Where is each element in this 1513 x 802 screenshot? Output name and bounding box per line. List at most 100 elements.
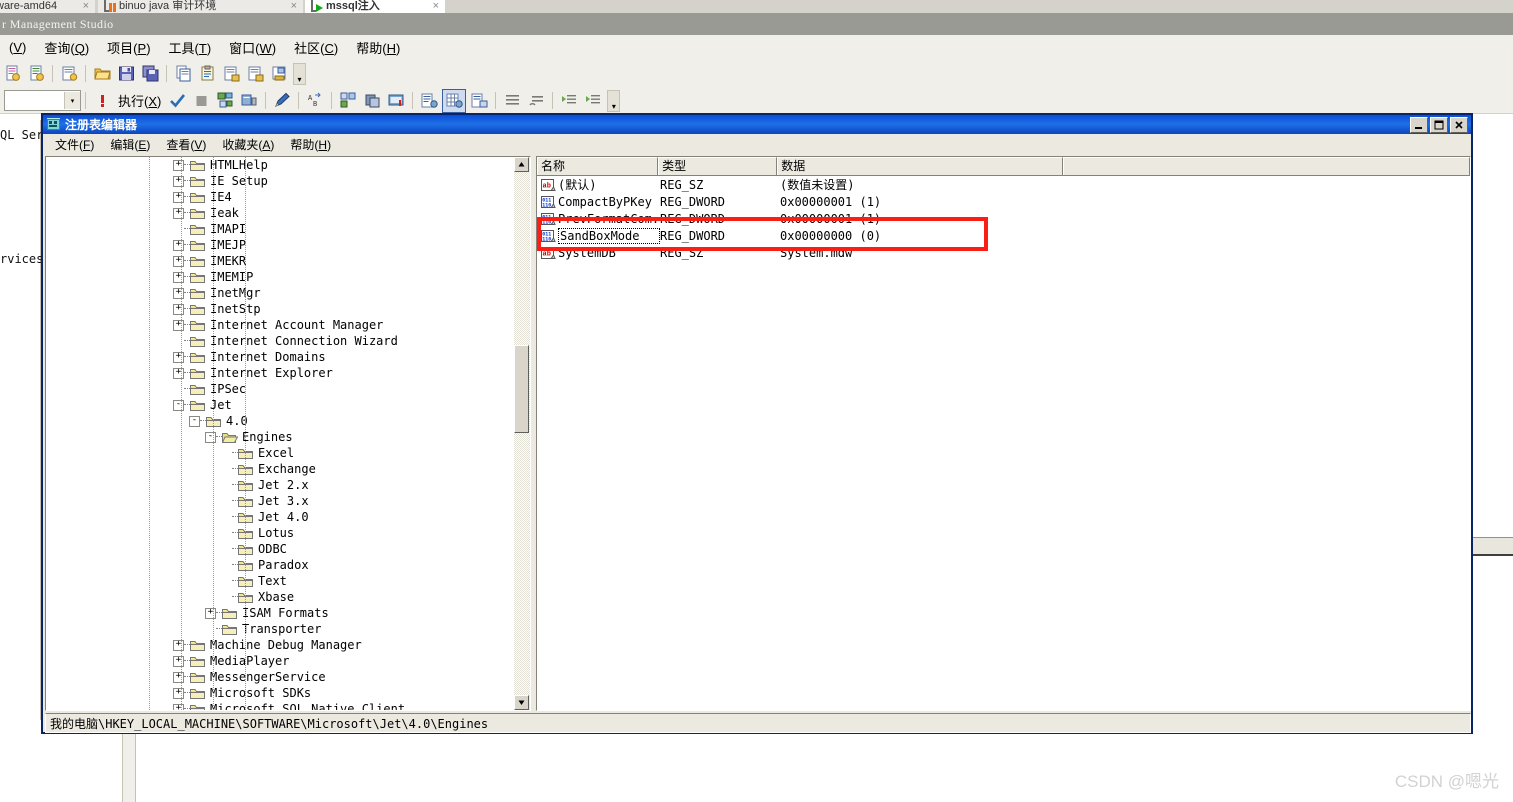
column-header-0[interactable]: 名称 [537,157,659,175]
tree-node[interactable]: Lotus [46,525,516,541]
tree-node[interactable]: Jet 3.x [46,493,516,509]
uncomment-icon[interactable] [525,90,547,112]
ssms-menu-item-4[interactable]: 窗口(W) [220,36,285,59]
properties-icon[interactable] [220,63,242,85]
maximize-button[interactable] [1430,116,1448,133]
browser-tab-1[interactable]: binuo java 审计环境 × [98,0,303,13]
ssms-menu-item-2[interactable]: 项目(P) [98,36,159,59]
ssms-menu-item-5[interactable]: 社区(C) [285,36,347,59]
tree-node[interactable]: + IE4 [46,189,516,205]
ssms-right-splitter[interactable] [1472,537,1513,556]
value-row[interactable]: 011110PrevFormatCom...REG_DWORD 0x0000000… [537,210,1470,227]
tree-node[interactable]: + InetStp [46,301,516,317]
registry-values-pane[interactable]: 名称 类型 数据 ab (默认) REG_SZ (数值未设置) 011 110 CompactB… [536,156,1471,711]
chevron-down-icon[interactable]: ▾ [64,92,80,109]
save-icon[interactable] [115,63,137,85]
value-name[interactable]: SandBoxMode [558,227,660,244]
regedit-menu-item-2[interactable]: 查看(V) [158,135,214,154]
tree-node[interactable]: + IMEMIP [46,269,516,285]
database-combo[interactable]: ▾ [4,90,81,111]
include-plan-icon[interactable] [337,90,359,112]
tree-node[interactable]: + Internet Account Manager [46,317,516,333]
parse-check-icon[interactable] [166,90,188,112]
tree-node[interactable]: + Microsoft SQL Native Client [46,701,516,710]
query-options-icon[interactable] [238,90,260,112]
dmx-query-icon[interactable] [1,63,23,85]
value-row[interactable]: ab SystemDB REG_SZ System.mdw [537,244,1470,261]
results-icon[interactable] [385,90,407,112]
tree-node[interactable]: Xbase [46,589,516,605]
execute-red-icon[interactable] [91,90,113,112]
tree-node[interactable]: + IMEJP [46,237,516,253]
tree-node[interactable]: + MessengerService [46,669,516,685]
tree-node[interactable]: - Engines [46,429,516,445]
regedit-menu-item-3[interactable]: 收藏夹(A) [214,135,282,154]
debug-icon[interactable] [214,90,236,112]
tree-node[interactable]: Excel [46,445,516,461]
registry-tree-pane[interactable]: + HTMLHelp + IE Setup + IE4 + Ieak IMAPI + IMEJP + I… [45,156,531,711]
tree-node[interactable]: ODBC [46,541,516,557]
tree-node[interactable]: + InetMgr [46,285,516,301]
new-analysis-icon[interactable] [58,63,80,85]
tree-vertical-scrollbar[interactable] [514,157,530,710]
tree-node[interactable]: + IE Setup [46,173,516,189]
tree-node[interactable]: + Internet Domains [46,349,516,365]
regedit-menu-item-1[interactable]: 编辑(E) [102,135,158,154]
value-name[interactable]: (默认) [558,176,660,193]
display-plan-icon[interactable] [361,90,383,112]
tree-node[interactable]: -4.0 [46,413,516,429]
column-header-3[interactable] [1063,157,1470,175]
object-explorer-icon[interactable] [244,63,266,85]
tree-node[interactable]: + Internet Explorer [46,365,516,381]
tree-node[interactable]: Internet Connection Wizard [46,333,516,349]
tree-scroll-down-button[interactable] [514,695,529,710]
tree-node[interactable]: - Jet [46,397,516,413]
ssms-menu-item-6[interactable]: 帮助(H) [347,36,409,59]
regedit-title-bar[interactable]: 注册表编辑器 [43,115,1471,134]
column-header-2[interactable]: 数据 [777,157,1064,175]
execute-label[interactable]: 执行(X) [118,91,161,110]
xmla-query-icon[interactable] [25,63,47,85]
browser-tab-2[interactable]: mssql注入 × [305,0,445,13]
save-all-icon[interactable] [139,63,161,85]
outdent-icon[interactable] [582,90,604,112]
tree-node[interactable]: Text [46,573,516,589]
value-name[interactable]: PrevFormatCom... [558,212,660,226]
browser-tab-0[interactable]: ware-amd64 × [0,0,95,13]
value-name[interactable]: CompactByPKey [558,195,660,209]
tree-node[interactable]: Paradox [46,557,516,573]
open-folder-icon[interactable] [91,63,113,85]
tree-node[interactable]: + ISAM Formats [46,605,516,621]
close-button[interactable] [1450,116,1468,133]
pencil-icon[interactable] [271,90,293,112]
values-column-headers[interactable]: 名称 类型 数据 [537,157,1470,176]
column-header-1[interactable]: 类型 [658,157,778,175]
tree-scroll-up-button[interactable] [514,157,529,172]
clipboard-icon[interactable] [196,63,218,85]
tree-node[interactable]: Jet 2.x [46,477,516,493]
tree-node[interactable]: + MediaPlayer [46,653,516,669]
tree-node[interactable]: IPSec [46,381,516,397]
tree-node[interactable]: Transporter [46,621,516,637]
tree-scroll-track[interactable] [514,172,530,695]
value-row[interactable]: 011 110 CompactByPKey REG_DWORD 0x00000001 (… [537,193,1470,210]
comment-icon[interactable] [501,90,523,112]
regedit-menu-item-4[interactable]: 帮助(H) [282,135,339,154]
registered-servers-icon[interactable] [268,63,290,85]
browser-tab-0-close-icon[interactable]: × [83,0,89,12]
value-name[interactable]: SystemDB [558,246,660,260]
ssms-menu-item-1[interactable]: 查询(Q) [35,36,98,59]
value-row[interactable]: ab (默认) REG_SZ (数值未设置) [537,176,1470,193]
copy-icon[interactable] [172,63,194,85]
tree-scroll-thumb[interactable] [514,345,529,433]
results-to-file-icon[interactable] [468,90,490,112]
tree-node[interactable]: Jet 4.0 [46,509,516,525]
tree-node[interactable]: + Ieak [46,205,516,221]
minimize-button[interactable] [1410,116,1428,133]
toolbar-overflow-button[interactable]: ▾ [293,62,306,85]
ssms-menu-item-0[interactable]: (V) [0,38,35,57]
toolbar-overflow-button[interactable]: ▾ [607,89,621,112]
tree-node[interactable]: + Machine Debug Manager [46,637,516,653]
results-to-grid-icon[interactable] [442,88,467,113]
stop-icon[interactable] [190,90,212,112]
